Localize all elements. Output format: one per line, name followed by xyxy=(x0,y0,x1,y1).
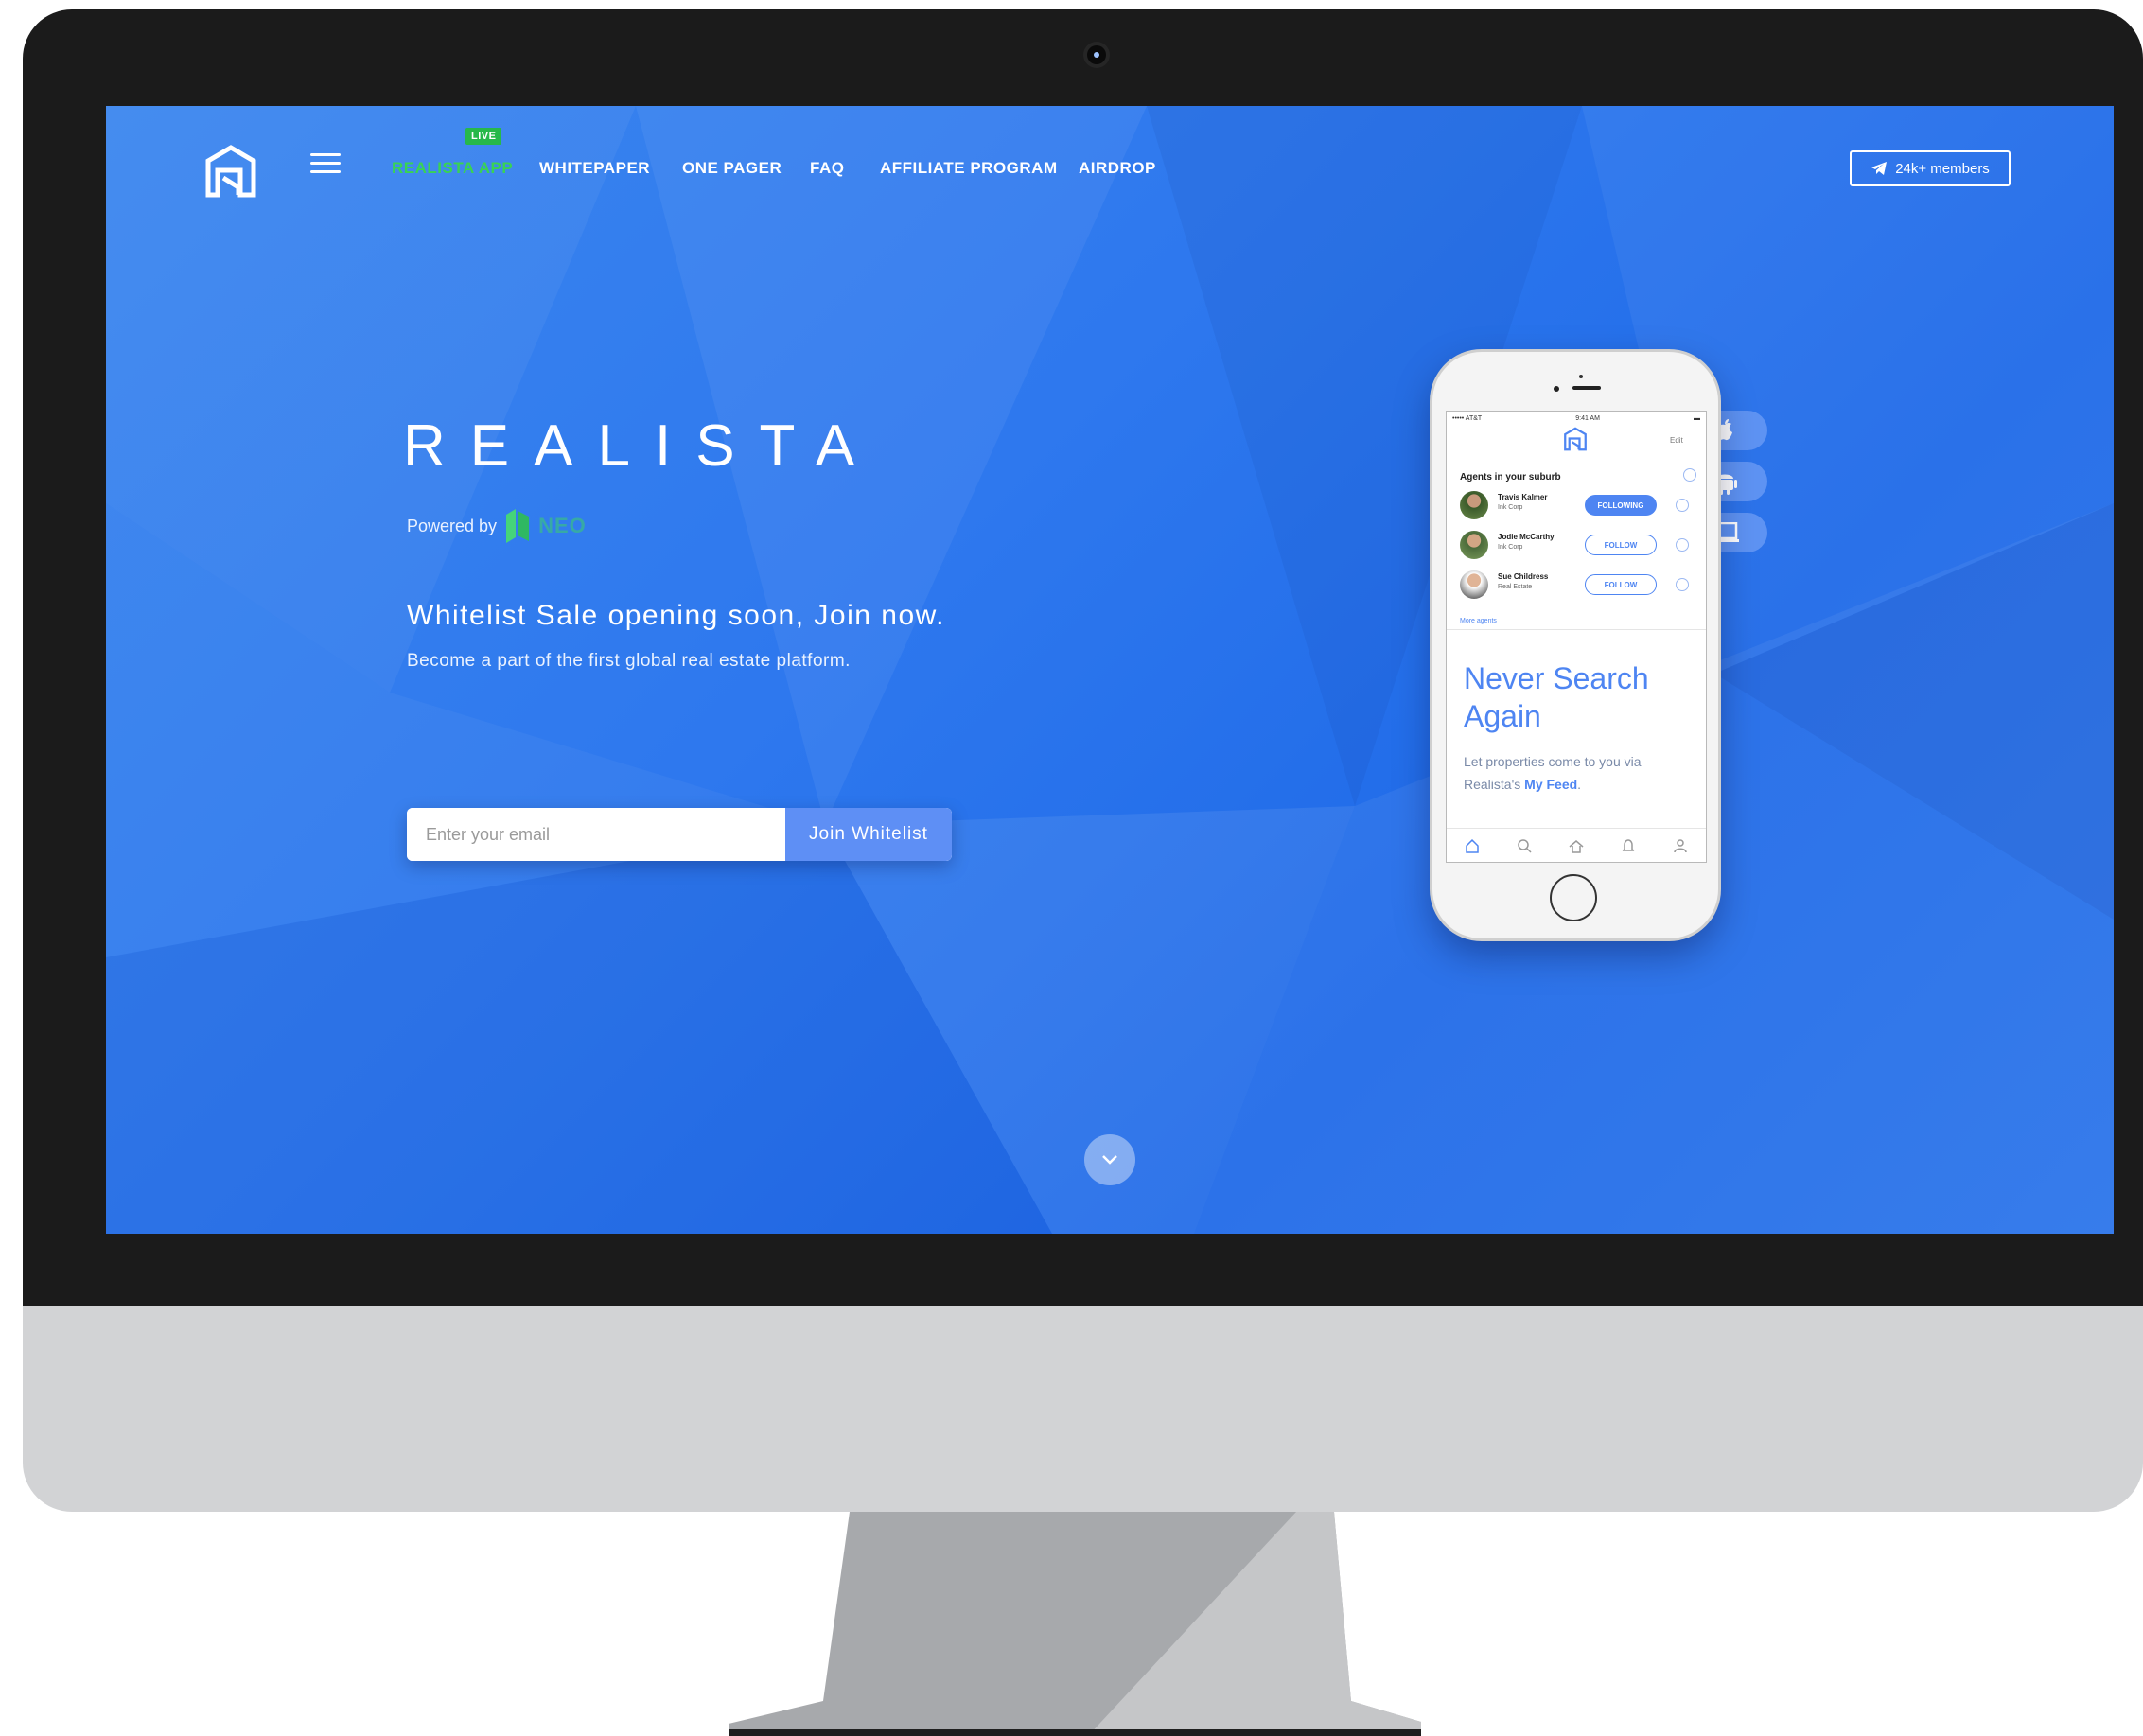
app-logo-icon xyxy=(1564,427,1587,451)
scroll-down-button[interactable] xyxy=(1084,1134,1135,1185)
hero-subline: Become a part of the first global real e… xyxy=(407,651,851,671)
dismiss-icon[interactable] xyxy=(1676,499,1689,512)
phone-screen: ••••• AT&T 9:41 AM ▬ Edit Agents in your… xyxy=(1446,411,1707,863)
more-agents-link[interactable]: More agents xyxy=(1460,618,1497,624)
avatar xyxy=(1460,531,1488,559)
promo-text: Let properties come to you via Realista'… xyxy=(1464,754,1642,792)
telegram-icon xyxy=(1871,162,1888,175)
home-icon[interactable] xyxy=(1465,838,1480,853)
promo-title: Never Search Again xyxy=(1464,661,1649,733)
agent-name: Travis Kalmer xyxy=(1498,493,1548,501)
agent-company: Real Estate xyxy=(1498,584,1533,590)
neo-label: NEO xyxy=(538,514,587,537)
monitor-stand xyxy=(729,1512,1421,1736)
follow-button[interactable]: FOLLOW xyxy=(1585,535,1657,555)
menu-icon[interactable] xyxy=(310,153,341,178)
phone-sensor xyxy=(1579,375,1583,378)
phone-mockup: ••••• AT&T 9:41 AM ▬ Edit Agents in your… xyxy=(1432,352,1718,938)
nav-one-pager[interactable]: ONE PAGER xyxy=(682,159,782,178)
nav-airdrop[interactable]: AIRDROP xyxy=(1079,159,1156,178)
house-icon[interactable] xyxy=(1569,838,1584,853)
nav-faq[interactable]: FAQ xyxy=(810,159,844,178)
monitor-chin xyxy=(23,1306,2143,1512)
avatar xyxy=(1460,570,1488,599)
agent-name: Jodie McCarthy xyxy=(1498,533,1555,541)
join-whitelist-button[interactable]: Join Whitelist xyxy=(785,808,952,861)
chevron-down-icon xyxy=(1102,1155,1117,1165)
hero-headline: Whitelist Sale opening soon, Join now. xyxy=(407,600,945,631)
profile-icon[interactable] xyxy=(1673,838,1688,853)
whitelist-signup-form: Join Whitelist xyxy=(407,808,952,861)
dismiss-icon[interactable] xyxy=(1676,578,1689,591)
close-icon[interactable] xyxy=(1683,468,1696,482)
following-button[interactable]: FOLLOWING xyxy=(1585,495,1657,516)
phone-camera xyxy=(1554,386,1559,392)
nav-affiliate-program[interactable]: AFFILIATE PROGRAM xyxy=(880,159,1058,178)
telegram-members-label: 24k+ members xyxy=(1895,160,1990,177)
nav-whitepaper[interactable]: WHITEPAPER xyxy=(539,159,650,178)
battery-icon: ▬ xyxy=(1694,415,1700,422)
webcam xyxy=(1087,45,1106,64)
agent-row: Jodie McCarthy Ink Corp FOLLOW xyxy=(1460,529,1698,565)
nav-realista-app[interactable]: REALISTA APP xyxy=(392,159,513,178)
carrier-label: ••••• AT&T xyxy=(1452,415,1483,422)
agent-name: Sue Childress xyxy=(1498,572,1549,581)
realista-logo[interactable] xyxy=(204,144,257,199)
divider xyxy=(1447,629,1706,630)
time-label: 9:41 AM xyxy=(1575,415,1600,422)
phone-tab-bar xyxy=(1447,828,1706,862)
edit-link[interactable]: Edit xyxy=(1670,436,1683,445)
agent-company: Ink Corp xyxy=(1498,544,1523,551)
my-feed-link[interactable]: My Feed xyxy=(1524,777,1577,792)
bell-icon[interactable] xyxy=(1621,838,1636,853)
live-badge: LIVE xyxy=(465,128,502,145)
agent-row: Sue Childress Real Estate FOLLOW xyxy=(1460,569,1698,605)
phone-speaker xyxy=(1572,386,1601,390)
hero-brand: REALISTA xyxy=(403,413,880,479)
phone-home-button xyxy=(1550,874,1597,921)
neo-logo-icon xyxy=(506,509,530,543)
follow-button[interactable]: FOLLOW xyxy=(1585,574,1657,595)
agent-company: Ink Corp xyxy=(1498,504,1523,511)
dismiss-icon[interactable] xyxy=(1676,538,1689,552)
website-screen: LIVE REALISTA APP WHITEPAPER ONE PAGER F… xyxy=(106,106,2114,1234)
avatar xyxy=(1460,491,1488,519)
powered-by: Powered by NEO xyxy=(407,509,587,543)
agents-section-title: Agents in your suburb xyxy=(1460,472,1561,482)
search-icon[interactable] xyxy=(1517,838,1532,853)
phone-status-bar: ••••• AT&T 9:41 AM ▬ xyxy=(1452,415,1700,422)
email-input[interactable] xyxy=(407,808,785,861)
agent-row: Travis Kalmer Ink Corp FOLLOWING xyxy=(1460,489,1698,525)
powered-by-label: Powered by xyxy=(407,516,498,535)
telegram-members-button[interactable]: 24k+ members xyxy=(1850,150,2011,186)
